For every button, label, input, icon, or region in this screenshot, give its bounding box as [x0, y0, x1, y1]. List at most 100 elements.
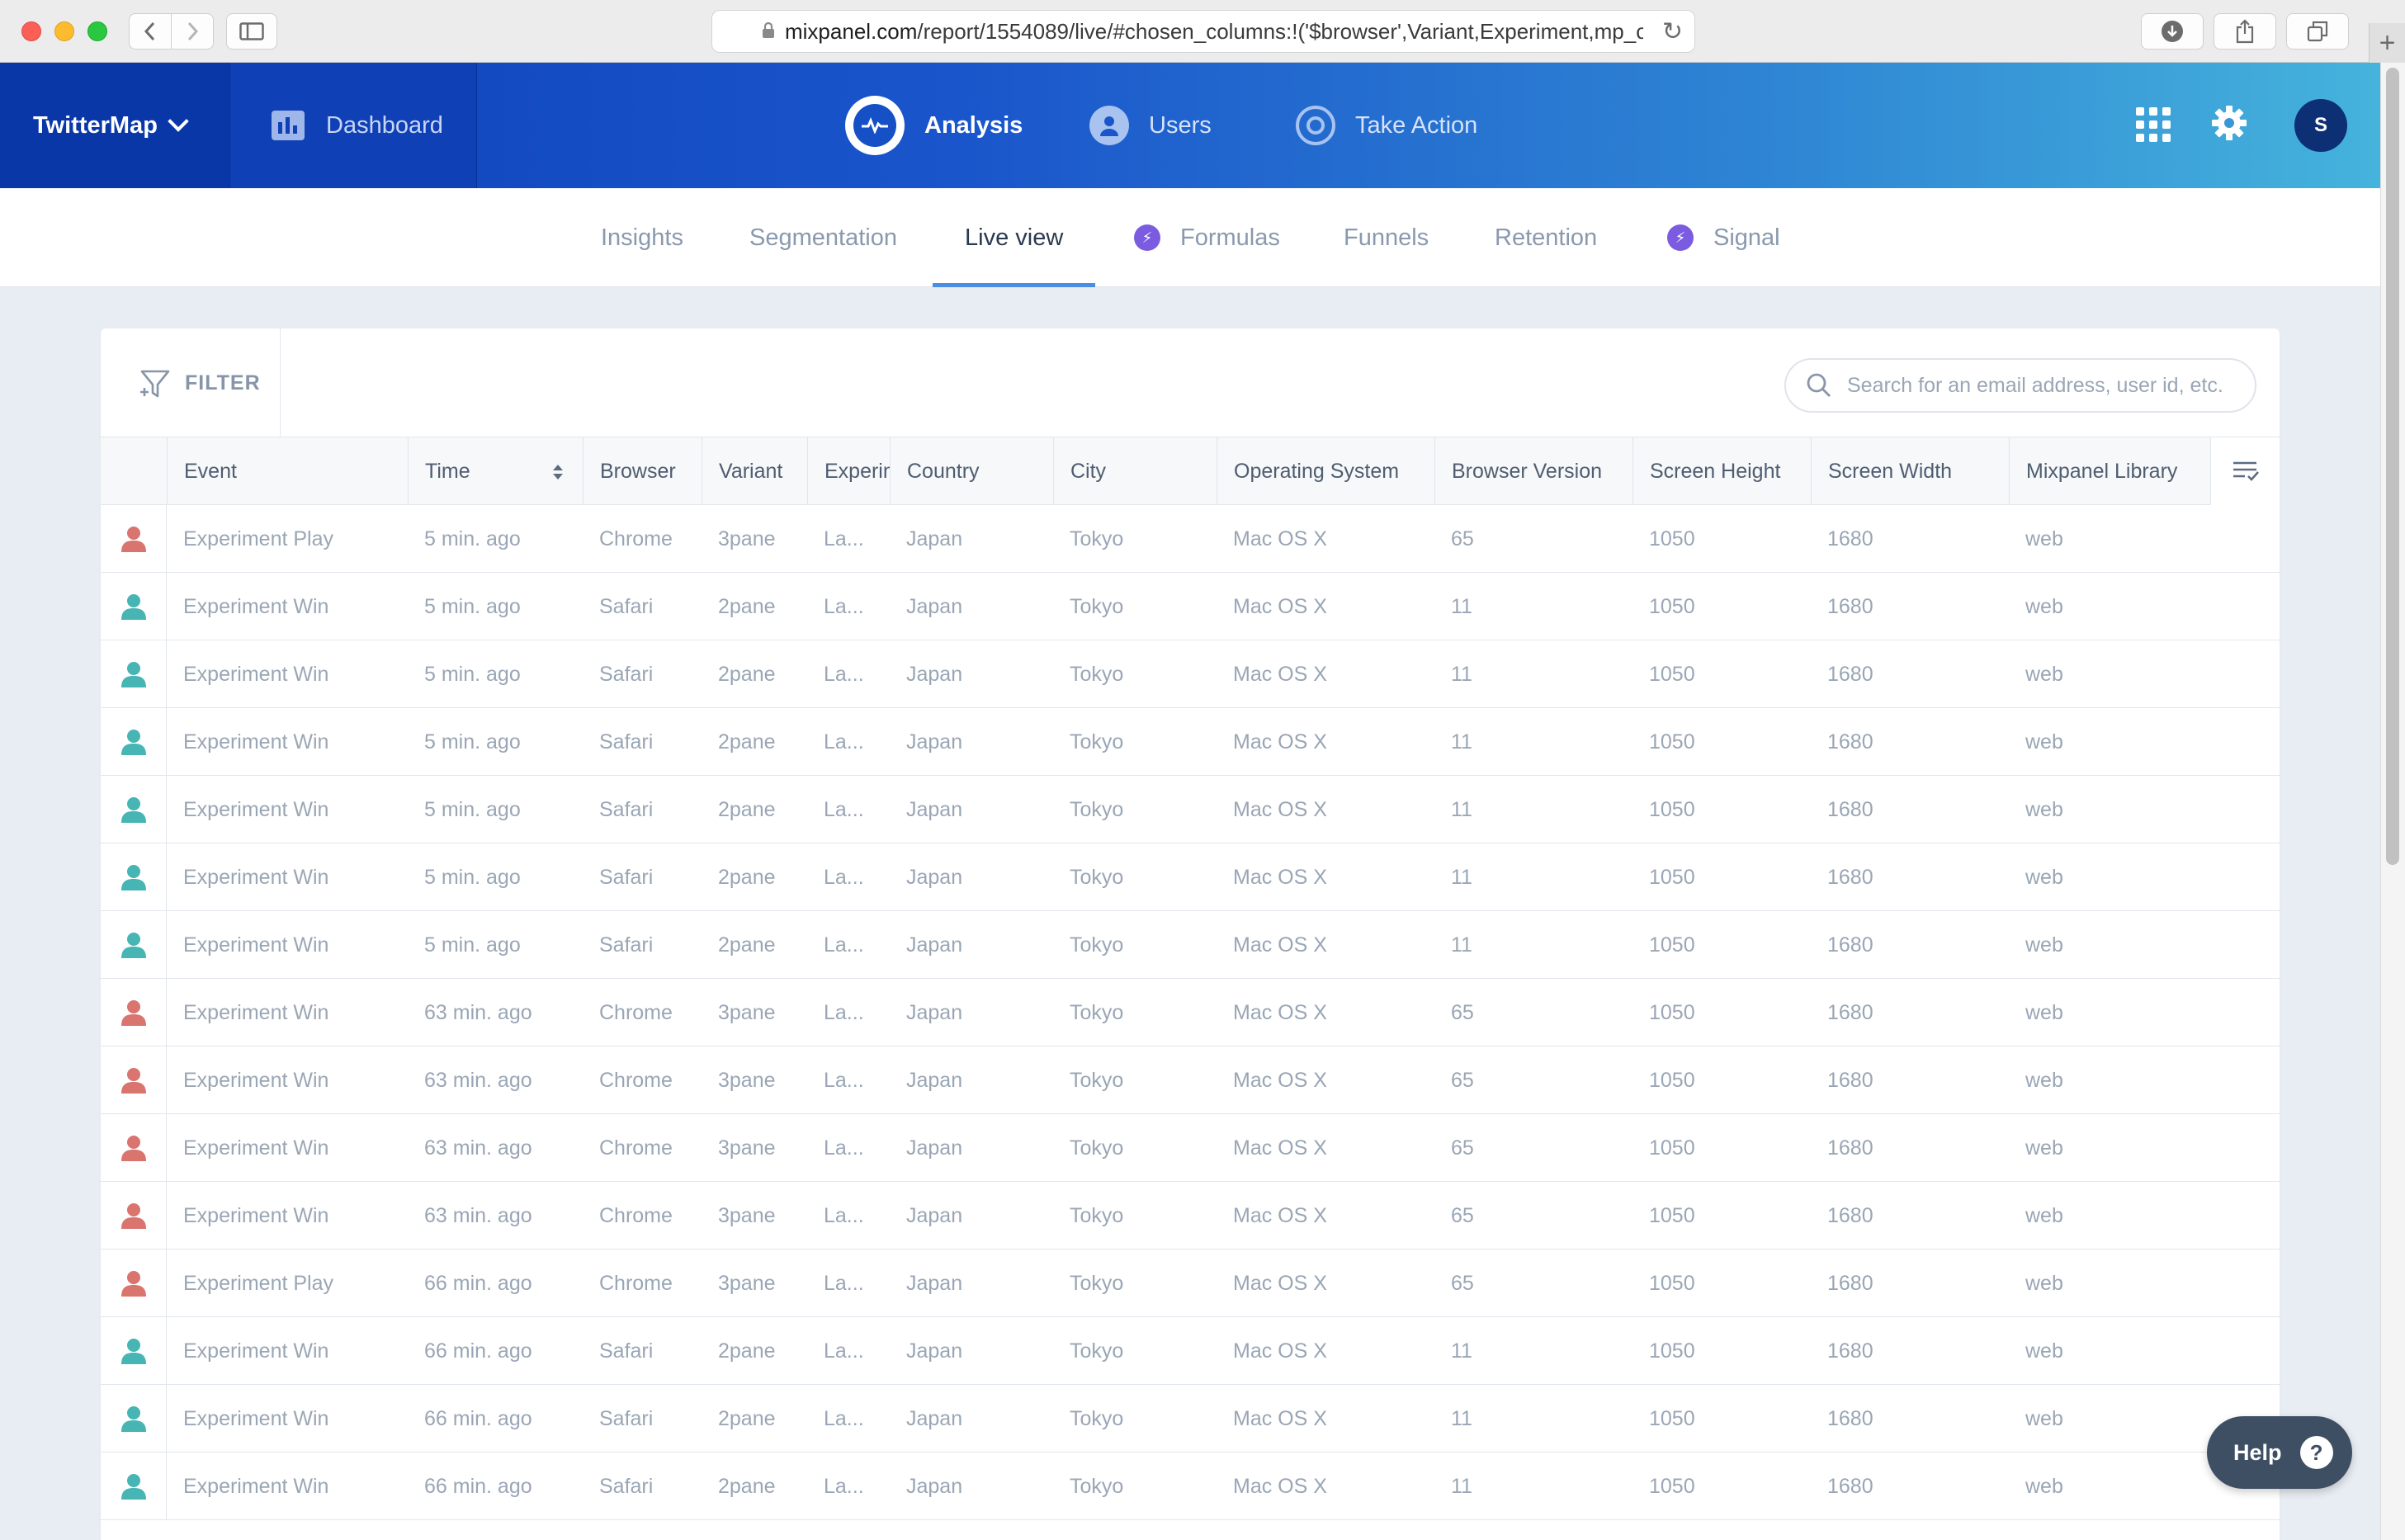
- cell-screen-height: 1050: [1649, 527, 1695, 550]
- minimize-window-button[interactable]: [54, 21, 74, 41]
- tab-retention[interactable]: Retention: [1495, 188, 1597, 287]
- scrollbar-thumb[interactable]: [2386, 68, 2399, 865]
- user-profile-link[interactable]: [101, 1453, 167, 1520]
- cell-os: Mac OS X: [1233, 1271, 1327, 1295]
- target-icon: [1296, 106, 1335, 145]
- column-header-event[interactable]: Event: [167, 437, 408, 505]
- close-window-button[interactable]: [21, 21, 41, 41]
- column-header-country[interactable]: Country: [890, 437, 1053, 505]
- downloads-button[interactable]: [2141, 13, 2204, 50]
- table-row[interactable]: Experiment Win 5 min. ago Safari 2pane La...…: [101, 843, 2280, 911]
- tab-funnels[interactable]: Funnels: [1344, 188, 1429, 287]
- dashboard-link[interactable]: Dashboard: [229, 63, 477, 188]
- cell-variant: 2pane: [718, 730, 776, 753]
- plus-icon: +: [2379, 26, 2396, 59]
- nav-take-action[interactable]: Take Action: [1296, 63, 1477, 188]
- cell-browser-version: 65: [1451, 1271, 1474, 1295]
- table-row[interactable]: Experiment Win 5 min. ago Safari 2pane La...…: [101, 776, 2280, 843]
- user-profile-link[interactable]: [101, 708, 167, 776]
- project-selector[interactable]: TwitterMap: [0, 63, 229, 188]
- tab-formulas[interactable]: ⚡ Formulas: [1134, 188, 1280, 287]
- column-header-city[interactable]: City: [1053, 437, 1217, 505]
- table-row[interactable]: Experiment Win 63 min. ago Chrome 3pane La..…: [101, 1046, 2280, 1114]
- table-row[interactable]: Experiment Win 5 min. ago Safari 2pane La...…: [101, 640, 2280, 708]
- user-profile-link[interactable]: [101, 1182, 167, 1249]
- user-profile-link[interactable]: [101, 1114, 167, 1182]
- table-row[interactable]: Experiment Win 66 min. ago Safari 2pane La..…: [101, 1453, 2280, 1520]
- cell-browser: Chrome: [599, 1203, 673, 1227]
- table-row[interactable]: Experiment Win 63 min. ago Chrome 3pane La..…: [101, 1182, 2280, 1249]
- user-profile-link[interactable]: [101, 573, 167, 640]
- sort-icon[interactable]: [551, 462, 565, 482]
- table-row[interactable]: Experiment Win 5 min. ago Safari 2pane La...…: [101, 573, 2280, 640]
- page-scrollbar[interactable]: [2380, 63, 2405, 1540]
- column-header-time[interactable]: Time: [408, 437, 583, 505]
- table-row[interactable]: Experiment Win 5 min. ago Safari 2pane La...…: [101, 708, 2280, 776]
- address-bar[interactable]: mixpanel.com/report/1554089/live/#chosen…: [711, 10, 1695, 53]
- back-button[interactable]: [129, 13, 172, 50]
- help-button[interactable]: Help ?: [2207, 1416, 2352, 1489]
- user-profile-link[interactable]: [101, 979, 167, 1046]
- cell-country: Japan: [906, 1203, 963, 1227]
- column-header-browser-version[interactable]: Browser Version: [1434, 437, 1632, 505]
- column-picker-button[interactable]: [2210, 437, 2280, 505]
- tab-live-view[interactable]: Live view: [933, 188, 1096, 287]
- table-row[interactable]: Experiment Play 5 min. ago Chrome 3pane La..…: [101, 505, 2280, 573]
- column-header-experiment[interactable]: Experiment: [807, 437, 890, 505]
- column-label: Operating System: [1234, 459, 1400, 483]
- share-button[interactable]: [2214, 13, 2276, 50]
- cell-city: Tokyo: [1070, 865, 1124, 889]
- cell-country: Japan: [906, 1000, 963, 1024]
- user-profile-link[interactable]: [101, 505, 167, 573]
- filter-button[interactable]: FILTER: [101, 328, 281, 437]
- user-profile-link[interactable]: [101, 1317, 167, 1385]
- reload-icon[interactable]: ↻: [1662, 17, 1683, 46]
- tab-segmentation[interactable]: Segmentation: [749, 188, 897, 287]
- column-header-operating-system[interactable]: Operating System: [1217, 437, 1434, 505]
- table-row[interactable]: Experiment Win 63 min. ago Chrome 3pane La..…: [101, 979, 2280, 1046]
- table-row[interactable]: Experiment Win 5 min. ago Safari 2pane La...…: [101, 911, 2280, 979]
- cell-country: Japan: [906, 865, 963, 889]
- nav-users[interactable]: Users: [1089, 63, 1212, 188]
- search-input[interactable]: [1847, 373, 2243, 398]
- column-header-browser[interactable]: Browser: [583, 437, 702, 505]
- cell-os: Mac OS X: [1233, 1474, 1327, 1498]
- nav-analysis[interactable]: Analysis: [845, 63, 1023, 188]
- column-header-screen-height[interactable]: Screen Height: [1632, 437, 1811, 505]
- maximize-window-button[interactable]: [87, 21, 107, 41]
- user-profile-link[interactable]: [101, 640, 167, 708]
- cell-event: Experiment Win: [183, 1474, 329, 1498]
- active-tab-indicator: [933, 283, 1096, 287]
- avatar[interactable]: S: [2294, 99, 2347, 152]
- gear-icon[interactable]: [2210, 104, 2248, 142]
- user-profile-link[interactable]: [101, 843, 167, 911]
- show-tabs-button[interactable]: [2286, 13, 2349, 50]
- url-text: mixpanel.com/report/1554089/live/#chosen…: [785, 18, 1643, 44]
- tab-insights[interactable]: Insights: [601, 188, 683, 287]
- user-profile-link[interactable]: [101, 911, 167, 979]
- search-box[interactable]: [1784, 358, 2256, 413]
- user-profile-link[interactable]: [101, 1046, 167, 1114]
- user-profile-link[interactable]: [101, 1385, 167, 1453]
- new-tab-button[interactable]: +: [2369, 23, 2405, 63]
- table-row[interactable]: Experiment Win 63 min. ago Chrome 3pane La..…: [101, 1114, 2280, 1182]
- table-row[interactable]: Experiment Win 66 min. ago Safari 2pane La..…: [101, 1385, 2280, 1453]
- column-header-screen-width[interactable]: Screen Width: [1811, 437, 2009, 505]
- project-name: TwitterMap: [33, 111, 158, 139]
- user-profile-link[interactable]: [101, 1249, 167, 1317]
- cell-experiment: La...: [824, 1339, 864, 1363]
- user-profile-link[interactable]: [101, 776, 167, 843]
- apps-grid-icon[interactable]: [2136, 107, 2171, 142]
- table-row[interactable]: Experiment Play 66 min. ago Chrome 3pane La.…: [101, 1249, 2280, 1317]
- cell-time: 5 min. ago: [424, 933, 521, 957]
- forward-button[interactable]: [171, 13, 214, 50]
- cell-screen-height: 1050: [1649, 865, 1695, 889]
- cell-event: Experiment Win: [183, 1203, 329, 1227]
- cell-screen-width: 1680: [1827, 1406, 1873, 1430]
- table-row[interactable]: Experiment Win 66 min. ago Safari 2pane La..…: [101, 1317, 2280, 1385]
- tab-signal[interactable]: ⚡ Signal: [1667, 188, 1780, 287]
- column-header-mixpanel-library[interactable]: Mixpanel Library: [2009, 437, 2210, 505]
- column-header-variant[interactable]: Variant: [702, 437, 807, 505]
- cell-variant: 3pane: [718, 1000, 776, 1024]
- sidebar-toggle-button[interactable]: [226, 13, 277, 50]
